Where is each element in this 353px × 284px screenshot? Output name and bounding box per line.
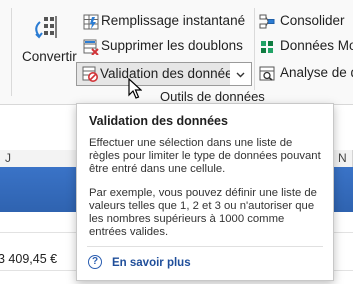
- mouse-cursor-icon: [128, 78, 142, 99]
- tooltip-description: Effectuer une sélection dans une liste d…: [89, 137, 321, 175]
- text-to-columns-icon: [35, 16, 57, 39]
- data-validation-icon: [82, 66, 98, 82]
- data-model-icon: [261, 41, 273, 53]
- remove-duplicates-button[interactable]: Supprimer les doublons: [80, 38, 250, 56]
- consolidate-icon: [259, 14, 275, 29]
- learn-more-link[interactable]: En savoir plus: [112, 257, 191, 269]
- help-icon[interactable]: ?: [88, 255, 102, 269]
- data-model-button[interactable]: Données Mod: [259, 38, 353, 56]
- cell-value[interactable]: 3 409,45 €: [0, 252, 57, 266]
- consolidate-label: Consolider: [280, 13, 345, 28]
- tooltip-example: Par exemple, vous pouvez définir une lis…: [89, 187, 317, 238]
- column-header-j[interactable]: J: [5, 151, 11, 165]
- data-validation-label: Validation des données: [100, 66, 240, 81]
- remove-duplicates-icon: [83, 39, 99, 55]
- ribbon-separator: [11, 8, 12, 96]
- chevron-down-icon: [236, 72, 245, 78]
- data-validation-button[interactable]: Validation des données: [76, 62, 239, 86]
- column-header-n[interactable]: N: [338, 151, 347, 165]
- convertir-label: Convertir: [22, 49, 77, 64]
- ribbon-separator: [254, 8, 255, 90]
- data-validation-dropdown[interactable]: [230, 62, 252, 86]
- what-if-analysis-icon: [259, 66, 275, 81]
- flash-fill-button[interactable]: Remplissage instantané: [80, 13, 250, 31]
- tooltip-title: Validation des données: [89, 114, 228, 128]
- flash-fill-icon: [83, 14, 99, 30]
- remove-duplicates-label: Supprimer les doublons: [101, 38, 243, 53]
- what-if-analysis-label: Analyse de do: [280, 65, 353, 80]
- convertir-button[interactable]: Convertir: [20, 12, 77, 72]
- tooltip-divider: [87, 246, 323, 247]
- consolidate-button[interactable]: Consolider: [259, 13, 353, 31]
- data-validation-tooltip: Validation des données Effectuer une sél…: [76, 103, 334, 281]
- what-if-analysis-button[interactable]: Analyse de do: [259, 65, 353, 83]
- group-label-outils-donnees: Outils de données: [160, 89, 265, 104]
- data-model-label: Données Mod: [280, 38, 353, 53]
- flash-fill-label: Remplissage instantané: [101, 13, 246, 28]
